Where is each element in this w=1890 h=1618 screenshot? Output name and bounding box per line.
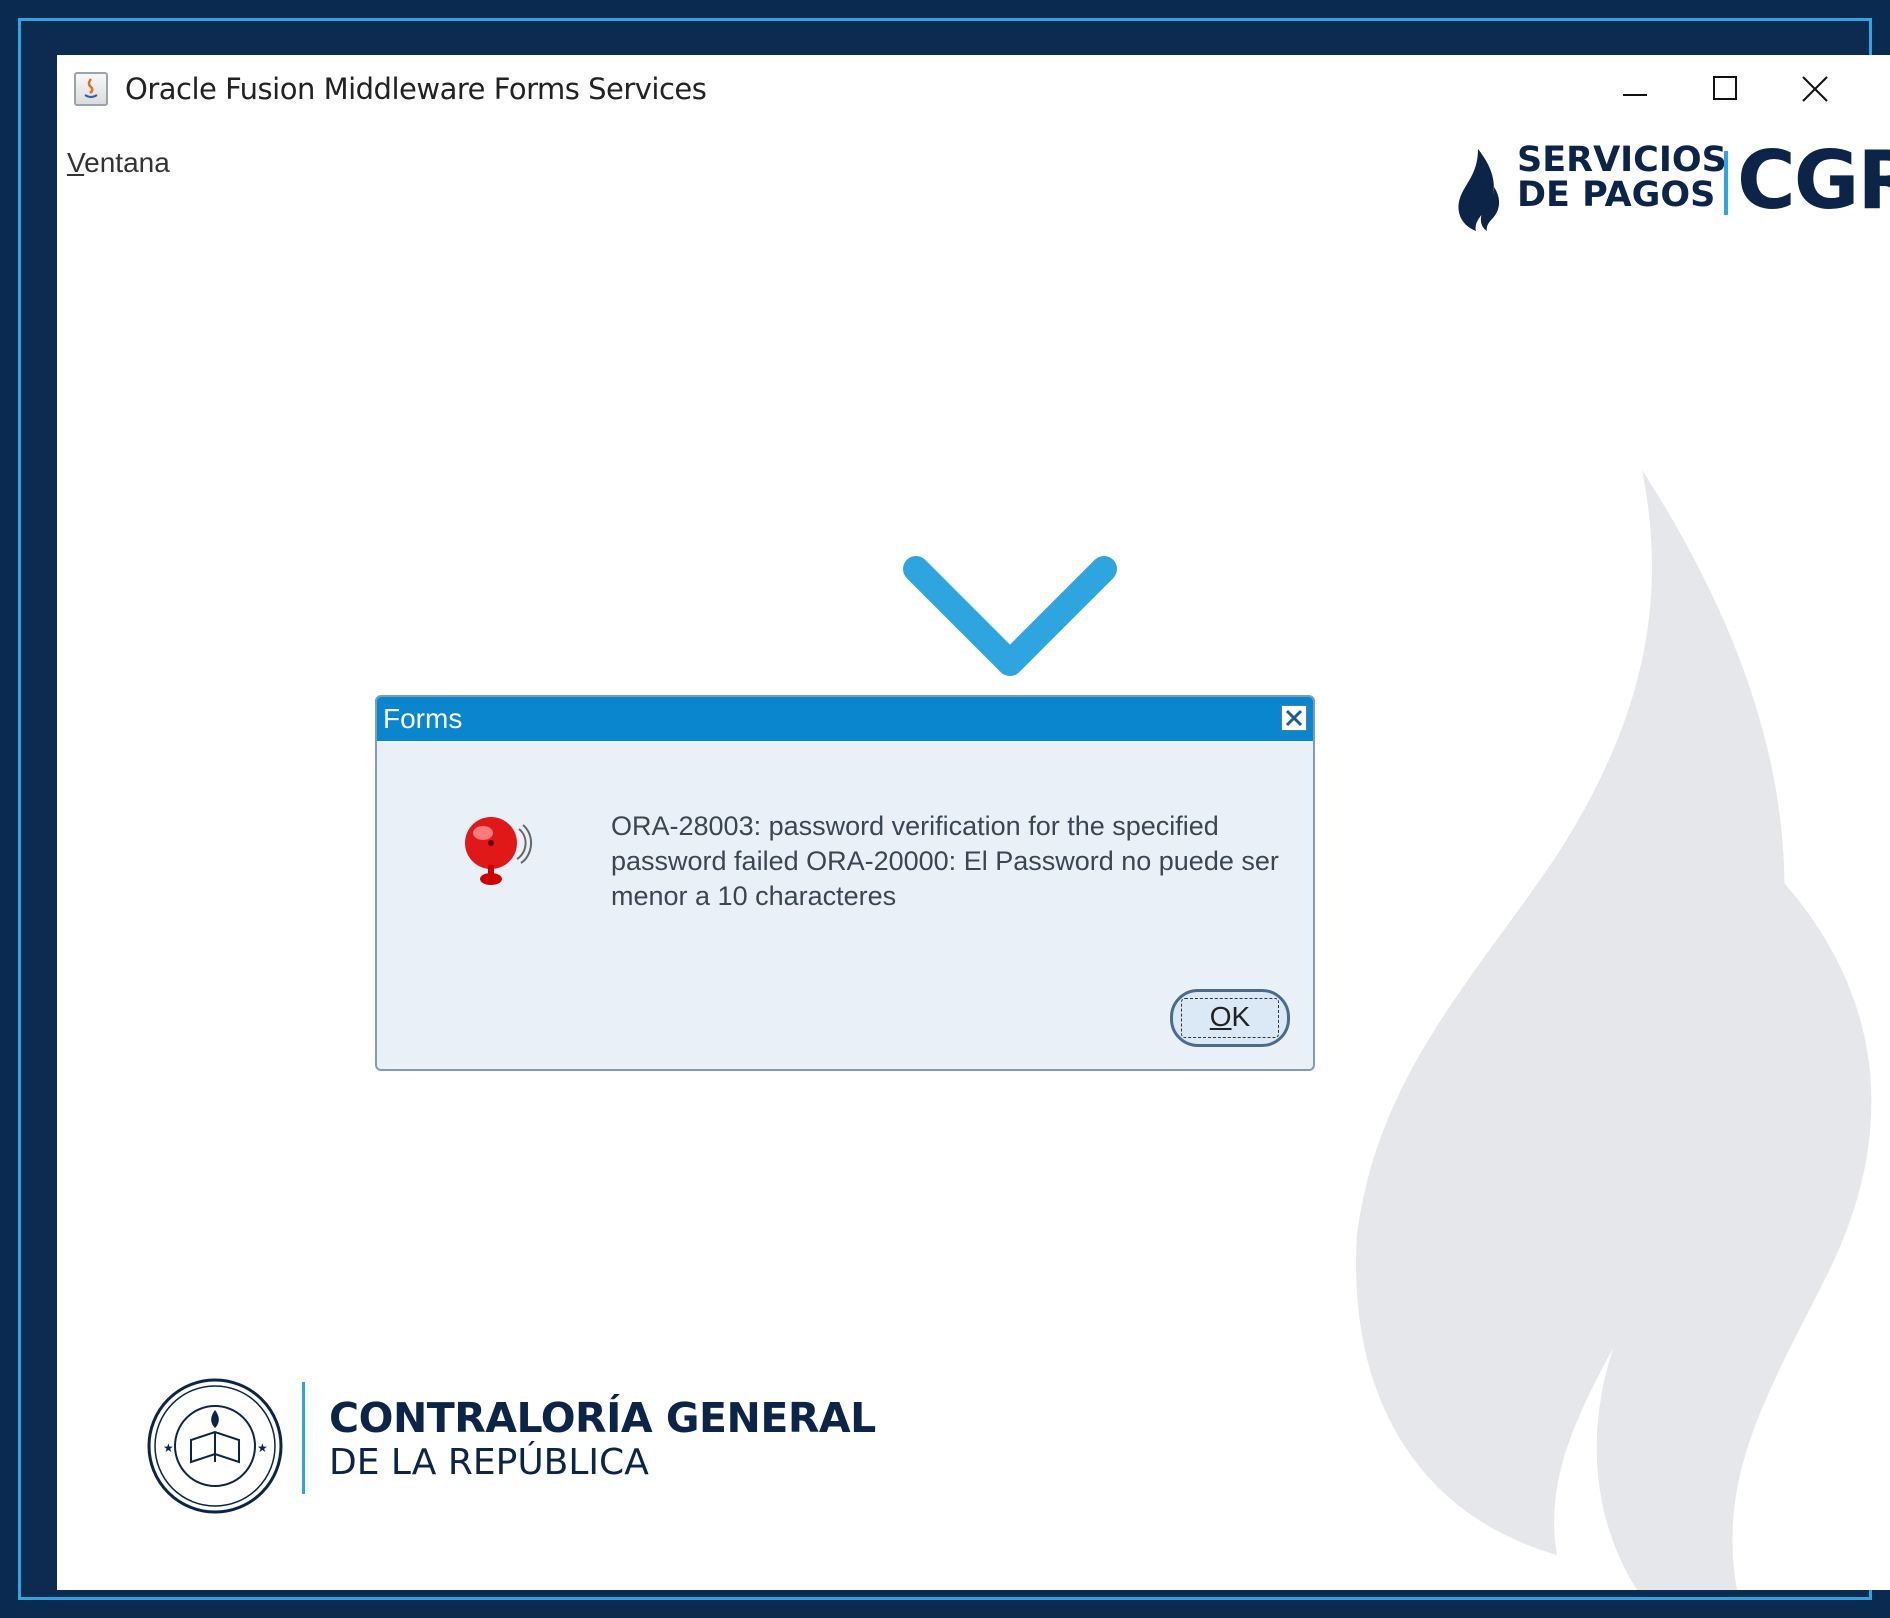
maximize-button[interactable] xyxy=(1680,63,1770,117)
flame-logo-icon xyxy=(1458,149,1500,231)
footer-org-subtitle: DE LA REPÚBLICA xyxy=(329,1442,649,1483)
menu-ventana[interactable]: Ventana xyxy=(67,147,170,178)
footer-org-name: CONTRALORÍA GENERAL xyxy=(329,1394,876,1442)
brand-cgr: CGR xyxy=(1737,134,1890,227)
minimize-button[interactable] xyxy=(1590,63,1680,117)
close-window-button[interactable] xyxy=(1770,63,1860,117)
svg-text:★: ★ xyxy=(257,1441,268,1455)
ok-button[interactable]: OK xyxy=(1170,989,1290,1047)
app-window: Oracle Fusion Middleware Forms Services … xyxy=(57,55,1890,1590)
dialog-close-button[interactable] xyxy=(1281,705,1307,731)
brand-divider xyxy=(1724,151,1728,215)
footer-divider xyxy=(302,1382,305,1494)
chevron-down-icon xyxy=(903,556,1117,676)
alarm-bell-icon xyxy=(465,817,532,885)
brand-text: SERVICIOS DE PAGOS xyxy=(1517,140,1727,215)
window-title: Oracle Fusion Middleware Forms Services xyxy=(125,72,707,106)
close-icon xyxy=(1285,709,1303,727)
forms-alert-dialog: Forms ORA-28003: password verification f… xyxy=(375,695,1315,1071)
error-message: ORA-28003: password verification for the… xyxy=(611,811,1279,911)
contraloria-seal-logo: ★ ★ xyxy=(147,1378,283,1514)
title-bar: Oracle Fusion Middleware Forms Services xyxy=(57,55,1890,125)
menu-bar: Ventana xyxy=(67,147,170,179)
svg-text:★: ★ xyxy=(163,1441,174,1455)
servicios-de-pagos-logo: SERVICIOS DE PAGOS CGR xyxy=(1392,123,1890,233)
dialog-title: Forms xyxy=(377,697,1313,741)
java-app-icon xyxy=(74,72,108,106)
